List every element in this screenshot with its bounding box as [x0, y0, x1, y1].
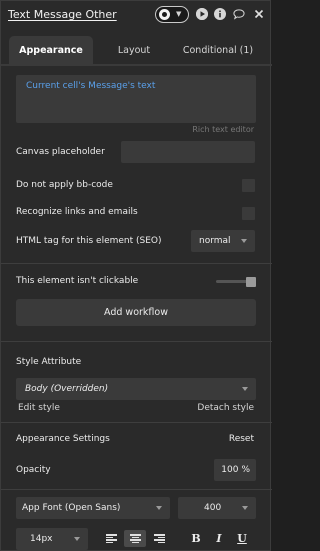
canvas-placeholder-input[interactable] [121, 141, 255, 163]
chevron-down-icon [242, 506, 248, 510]
panel-header: Text Message Other ▼ [1, 1, 272, 31]
bold-button[interactable]: B [187, 530, 205, 547]
play-icon[interactable] [196, 8, 208, 20]
info-icon[interactable] [214, 8, 226, 20]
html-tag-select[interactable]: normal [191, 230, 255, 252]
comment-icon[interactable] [233, 8, 245, 20]
section-divider [1, 489, 272, 490]
section-divider [1, 341, 272, 342]
align-right-icon[interactable] [148, 530, 170, 547]
add-workflow-button[interactable]: Add workflow [16, 299, 256, 326]
toggle-track [216, 280, 248, 283]
style-value: Body (Overridden) [25, 384, 109, 394]
align-center-icon[interactable] [124, 530, 146, 547]
preview-toggle[interactable]: ▼ [155, 6, 189, 23]
font-family-value: App Font (Open Sans) [22, 503, 121, 513]
rich-text-editor-link[interactable]: Rich text editor [192, 125, 254, 134]
style-attribute-label: Style Attribute [16, 357, 82, 367]
recognize-links-checkbox[interactable] [242, 207, 255, 220]
chevron-down-icon [74, 537, 80, 541]
no-bbcode-label: Do not apply bb-code [16, 180, 113, 190]
opacity-input[interactable]: 100 % [214, 459, 256, 481]
chevron-down-icon [156, 506, 162, 510]
font-weight-value: 400 [204, 503, 222, 513]
detach-style-link[interactable]: Detach style [197, 403, 254, 413]
appearance-settings-label: Appearance Settings [16, 434, 110, 444]
property-editor-panel: Text Message Other ▼ Appearance Layout C… [0, 0, 272, 551]
font-size-value: 14px [30, 534, 53, 544]
font-size-select[interactable]: 14px [16, 528, 88, 550]
toggle-thumb [246, 277, 256, 287]
close-icon[interactable] [253, 8, 265, 20]
reset-link[interactable]: Reset [229, 434, 254, 444]
style-select[interactable]: Body (Overridden) [16, 378, 256, 400]
element-title[interactable]: Text Message Other [8, 8, 117, 21]
content-expression-field[interactable]: Current cell's Message's text [16, 75, 256, 123]
chevron-down-icon: ▼ [176, 10, 182, 18]
toggle-knob-icon [159, 9, 170, 20]
opacity-unit: % [241, 465, 250, 475]
underline-button[interactable]: U [233, 530, 251, 547]
italic-button[interactable]: I [210, 530, 228, 547]
tab-appearance[interactable]: Appearance [9, 36, 93, 64]
edit-style-link[interactable]: Edit style [18, 403, 60, 413]
recognize-links-label: Recognize links and emails [16, 207, 138, 217]
chevron-down-icon [242, 387, 248, 391]
opacity-value: 100 [221, 465, 239, 475]
html-tag-value: normal [199, 236, 231, 246]
opacity-label: Opacity [16, 465, 51, 475]
no-bbcode-checkbox[interactable] [242, 179, 255, 192]
canvas-placeholder-label: Canvas placeholder [16, 147, 105, 157]
html-tag-label: HTML tag for this element (SEO) [16, 236, 162, 246]
tab-conditional[interactable]: Conditional (1) [173, 36, 263, 64]
align-left-icon[interactable] [100, 530, 122, 547]
tab-layout[interactable]: Layout [101, 36, 167, 64]
chevron-down-icon [241, 239, 247, 243]
section-divider [1, 263, 272, 264]
tab-underline [1, 64, 272, 66]
clickable-toggle[interactable] [216, 277, 256, 287]
section-divider [1, 422, 272, 423]
font-family-select[interactable]: App Font (Open Sans) [16, 497, 170, 519]
font-weight-select[interactable]: 400 [178, 497, 256, 519]
not-clickable-label: This element isn't clickable [16, 276, 139, 286]
